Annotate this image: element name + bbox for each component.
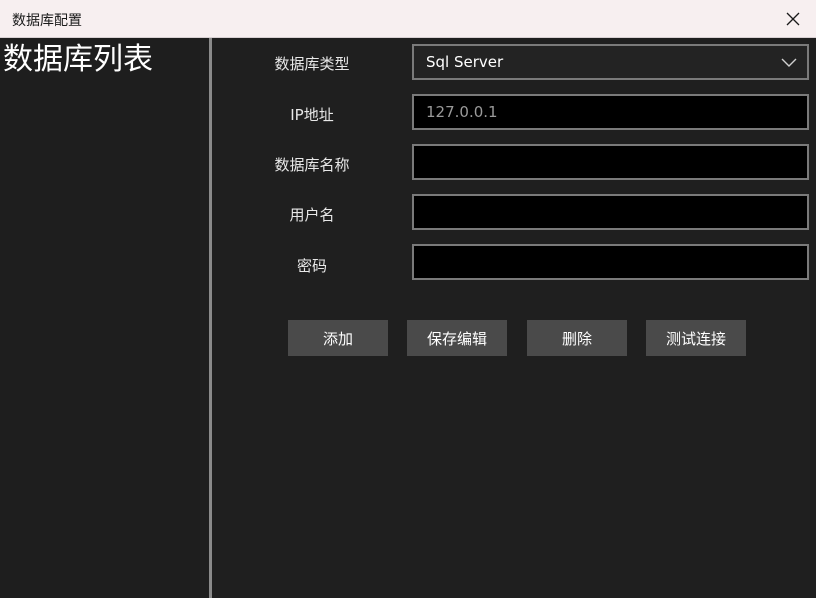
chevron-down-icon (781, 58, 797, 67)
database-config-window: 数据库配置 数据库列表 数据库类型 Sql Server IP地址 数据库名称 … (0, 0, 816, 598)
delete-button[interactable]: 删除 (527, 320, 627, 356)
window-title: 数据库配置 (12, 13, 82, 29)
db-type-select[interactable]: Sql Server (412, 44, 809, 80)
ip-label: IP地址 (290, 106, 334, 124)
db-type-value: Sql Server (426, 53, 504, 71)
add-button[interactable]: 添加 (288, 320, 388, 356)
ip-input[interactable] (412, 94, 809, 130)
database-list-title: 数据库列表 (3, 42, 153, 77)
db-name-label: 数据库名称 (274, 156, 350, 174)
username-input[interactable] (412, 194, 809, 230)
config-form: 数据库类型 Sql Server IP地址 数据库名称 用户名 密码 添加 保存… (212, 38, 816, 598)
database-list-panel: 数据库列表 (0, 38, 209, 598)
title-bar: 数据库配置 (0, 0, 816, 38)
password-label: 密码 (296, 257, 327, 275)
db-name-input[interactable] (412, 144, 809, 180)
close-icon (786, 12, 800, 26)
save-edit-button[interactable]: 保存编辑 (407, 320, 507, 356)
username-label: 用户名 (289, 206, 335, 224)
password-input[interactable] (412, 244, 809, 280)
db-type-label: 数据库类型 (274, 55, 350, 73)
test-connection-button[interactable]: 测试连接 (646, 320, 746, 356)
close-button[interactable] (770, 0, 816, 38)
